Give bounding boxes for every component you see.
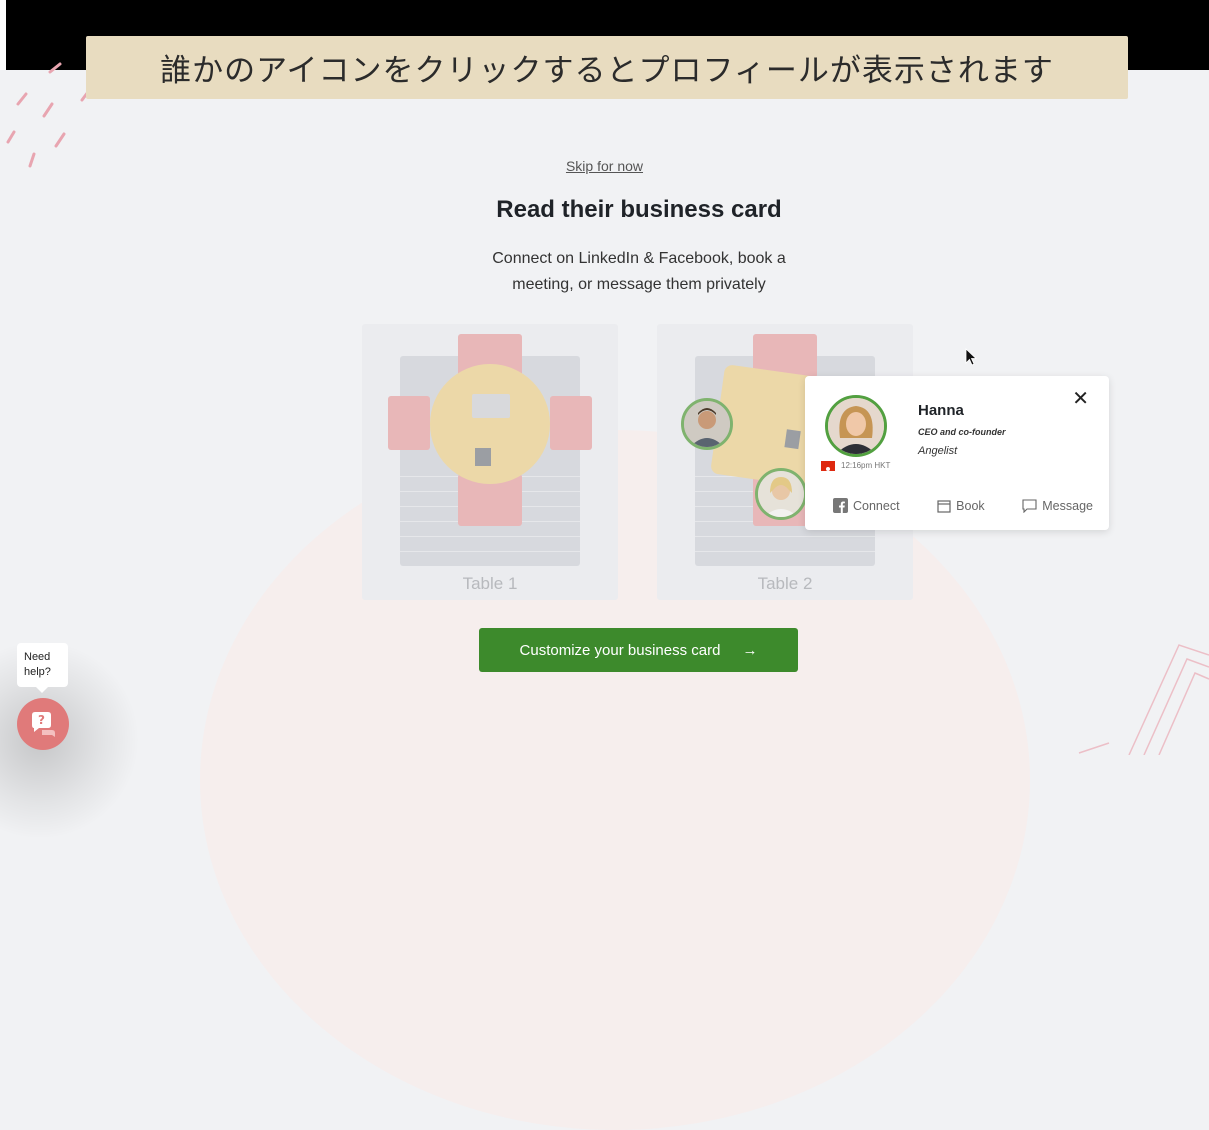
laptop-icon [472, 394, 510, 418]
table-1-card[interactable]: Table 1 [362, 324, 618, 600]
book-label[interactable]: Book [956, 499, 985, 513]
chair-left[interactable] [388, 396, 430, 450]
phone-icon [784, 429, 801, 450]
cta-label[interactable]: Customize your business card [520, 642, 721, 659]
customize-business-card-button[interactable]: Customize your business card → [479, 628, 798, 672]
message-label[interactable]: Message [1042, 499, 1093, 513]
profile-role: CEO and co-founder [918, 427, 1006, 437]
subtitle-line-1: Connect on LinkedIn & Facebook, book a [492, 250, 786, 267]
skip-link[interactable]: Skip for now [0, 158, 1209, 174]
page-subtitle: Connect on LinkedIn & Facebook, book a m… [440, 246, 838, 298]
table-1-label: Table 1 [462, 574, 518, 593]
facebook-icon [833, 498, 848, 513]
hong-kong-flag-icon [821, 461, 835, 471]
profile-company: Angelist [918, 445, 958, 457]
calendar-icon [937, 499, 951, 513]
message-button[interactable]: Message [1022, 498, 1093, 513]
skip-link-label[interactable]: Skip for now [566, 158, 643, 174]
help-button[interactable]: ? [17, 698, 69, 750]
question-icon: ? [32, 712, 55, 737]
attendee-avatar-man[interactable] [681, 398, 733, 450]
attendee-avatar-woman[interactable] [755, 468, 807, 520]
need-help-tooltip: Need help? [17, 643, 68, 693]
chair-right[interactable] [550, 396, 592, 450]
page-title: Read their business card [496, 196, 782, 223]
message-icon [1022, 498, 1037, 513]
profile-name: Hanna [918, 402, 964, 419]
decorative-corner-lines [1078, 644, 1209, 755]
need-help-line-1: Need [24, 651, 51, 663]
phone-icon [475, 448, 491, 466]
need-help-line-2: help? [24, 666, 51, 678]
connect-button[interactable]: Connect [833, 498, 900, 513]
profile-actions: Connect Book Message [833, 498, 1093, 513]
subtitle-line-2: meeting, or message them privately [512, 276, 766, 293]
svg-text:?: ? [38, 713, 45, 727]
mouse-cursor-icon [965, 348, 978, 366]
close-icon[interactable]: ✕ [1072, 386, 1089, 411]
caption-banner: 誰かのアイコンをクリックするとプロフィールが表示されます [86, 36, 1128, 99]
table-2-label: Table 2 [757, 574, 813, 593]
caption-text: 誰かのアイコンをクリックするとプロフィールが表示されます [160, 53, 1054, 89]
round-table-1 [430, 364, 550, 484]
connect-label[interactable]: Connect [853, 499, 900, 513]
profile-local-time: 12:16pm HKT [841, 461, 891, 470]
profile-card: ✕ Hanna CEO and co-founder Angelist 12:1… [805, 376, 1109, 530]
arrow-right-icon: → [742, 641, 758, 659]
book-button[interactable]: Book [937, 498, 985, 513]
profile-avatar [825, 395, 887, 457]
